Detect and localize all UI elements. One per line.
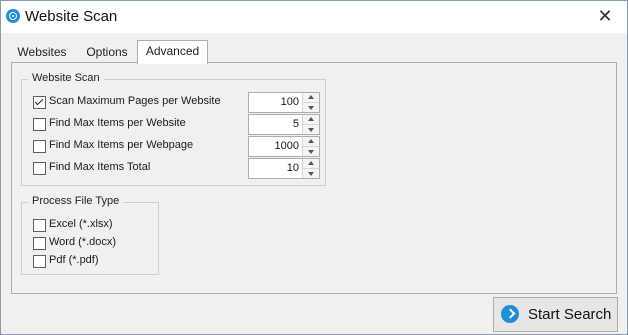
- max-items-total-stepper[interactable]: 10: [248, 158, 320, 179]
- max-items-per-website-decrement-icon[interactable]: [303, 125, 319, 134]
- tab-advanced[interactable]: Advanced: [137, 40, 208, 64]
- process-file-type-group: Process File Type Excel (*.xlsx) Word (*…: [21, 195, 159, 275]
- website-scan-group: Website Scan Scan Maximum Pages per Webs…: [21, 72, 326, 186]
- word-label: Word (*.docx): [49, 236, 117, 248]
- scan-max-pages-decrement-icon[interactable]: [303, 103, 319, 112]
- max-items-per-website-row: Find Max Items per Website 5: [33, 114, 320, 135]
- title-bar: Website Scan ✕: [1, 1, 627, 33]
- advanced-panel: Website Scan Scan Maximum Pages per Webs…: [11, 62, 617, 294]
- arrow-right-icon: [501, 305, 519, 323]
- max-items-per-webpage-stepper[interactable]: 1000: [248, 136, 320, 157]
- max-items-total-increment-icon[interactable]: [303, 159, 319, 169]
- pdf-checkbox[interactable]: [33, 255, 46, 268]
- max-items-per-webpage-label: Find Max Items per Webpage: [49, 139, 194, 151]
- window-title: Website Scan: [25, 8, 118, 25]
- start-search-button[interactable]: Start Search: [493, 297, 618, 332]
- max-items-per-webpage-spin-buttons: [302, 137, 319, 156]
- excel-checkbox[interactable]: [33, 219, 46, 232]
- close-icon[interactable]: ✕: [587, 3, 623, 29]
- max-items-per-webpage-checkbox[interactable]: [33, 140, 46, 153]
- max-items-total-value[interactable]: 10: [249, 159, 301, 178]
- excel-label: Excel (*.xlsx): [49, 218, 113, 230]
- max-items-total-decrement-icon[interactable]: [303, 169, 319, 178]
- max-items-total-label: Find Max Items Total: [49, 161, 151, 173]
- scan-max-pages-checkbox[interactable]: [33, 96, 46, 109]
- scan-max-pages-value[interactable]: 100: [249, 93, 301, 112]
- website-scan-window: Website Scan ✕ Websites Options Advanced…: [0, 0, 628, 335]
- max-items-total-row: Find Max Items Total 10: [33, 158, 320, 179]
- word-checkbox[interactable]: [33, 237, 46, 250]
- tab-options[interactable]: Options: [77, 42, 137, 62]
- max-items-per-webpage-row: Find Max Items per Webpage 1000: [33, 136, 320, 157]
- file-type-excel-row: Excel (*.xlsx): [33, 217, 153, 235]
- max-items-per-webpage-decrement-icon[interactable]: [303, 147, 319, 156]
- tab-websites[interactable]: Websites: [11, 42, 73, 62]
- max-items-per-website-spin-buttons: [302, 115, 319, 134]
- website-scan-group-title: Website Scan: [28, 72, 104, 84]
- website-scan-logo-icon: [6, 9, 20, 23]
- max-items-per-website-checkbox[interactable]: [33, 118, 46, 131]
- max-items-per-website-label: Find Max Items per Website: [49, 117, 186, 129]
- file-type-word-row: Word (*.docx): [33, 235, 153, 253]
- max-items-total-spin-buttons: [302, 159, 319, 178]
- start-search-label: Start Search: [528, 306, 612, 323]
- scan-max-pages-increment-icon[interactable]: [303, 93, 319, 103]
- scan-max-pages-spin-buttons: [302, 93, 319, 112]
- max-items-per-website-stepper[interactable]: 5: [248, 114, 320, 135]
- max-items-per-webpage-value[interactable]: 1000: [249, 137, 301, 156]
- max-items-per-website-increment-icon[interactable]: [303, 115, 319, 125]
- max-items-total-checkbox[interactable]: [33, 162, 46, 175]
- pdf-label: Pdf (*.pdf): [49, 254, 99, 266]
- max-items-per-website-value[interactable]: 5: [249, 115, 301, 134]
- scan-max-pages-row: Scan Maximum Pages per Website 100: [33, 92, 320, 113]
- scan-max-pages-label: Scan Maximum Pages per Website: [49, 95, 221, 107]
- max-items-per-webpage-increment-icon[interactable]: [303, 137, 319, 147]
- file-type-pdf-row: Pdf (*.pdf): [33, 253, 153, 271]
- process-file-type-group-title: Process File Type: [28, 195, 124, 207]
- scan-max-pages-stepper[interactable]: 100: [248, 92, 320, 113]
